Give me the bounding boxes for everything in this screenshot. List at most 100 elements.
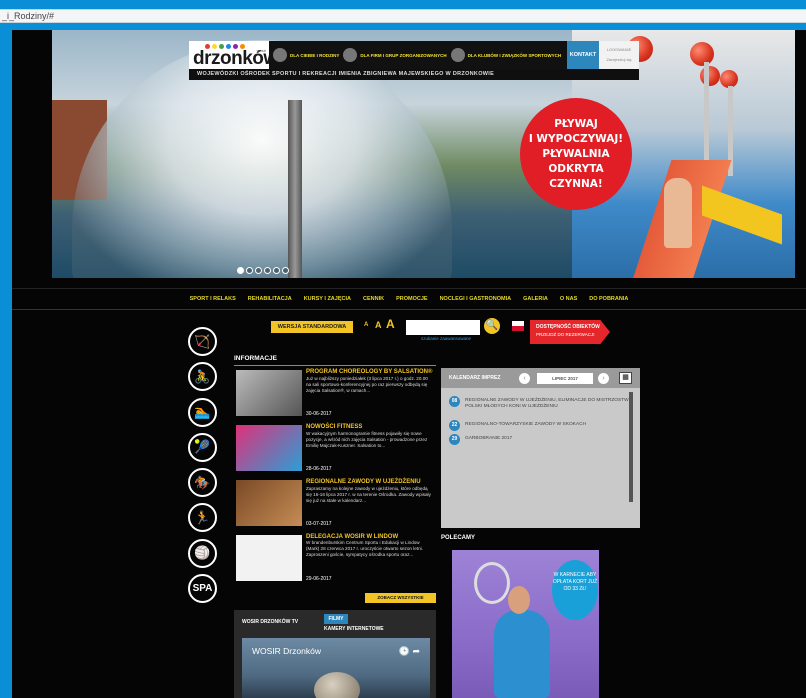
main-menu: SPORT I RELAKS REHABILITACJA KURSY I ZAJĘC… xyxy=(12,288,806,310)
horse-riding-icon[interactable]: 🏇 xyxy=(188,468,217,498)
calendar-event[interactable]: 29 GARBOBRANIE 2017 xyxy=(449,434,629,445)
nav-for-families[interactable]: DLA CIEBIE I RODZINY xyxy=(273,48,339,62)
website-page: PŁYWAJ I WYPOCZYWAJ! PŁYWALNIA ODKRYTA C… xyxy=(12,30,806,698)
logo-subtext: wosir xyxy=(256,48,266,53)
slider-dot[interactable] xyxy=(255,267,262,274)
recommended-title: POLECAMY xyxy=(441,535,476,541)
availability-button[interactable]: DOSTĘPNOŚĆ OBIEKTÓW PRZEJDŹ DO REZERWACJ… xyxy=(530,320,610,344)
news-thumbnail[interactable] xyxy=(236,425,302,471)
event-day-badge: 22 xyxy=(449,420,460,431)
menu-item[interactable]: SPORT I RELAKS xyxy=(190,296,236,302)
slider-dot[interactable] xyxy=(264,267,271,274)
advanced-search-link[interactable]: szukanie zaawansowane xyxy=(421,336,471,341)
calendar-month: LIPIEC 2017 xyxy=(537,373,593,384)
slider-dot[interactable] xyxy=(273,267,280,274)
calendar-header: KALENDARZ IMPREZ ‹ LIPIEC 2017 › ▦ xyxy=(441,368,640,388)
calendar-event[interactable]: 22 REGIONALNO-TOWARZYSKIE ZAWODY W SKOKAC… xyxy=(449,420,629,431)
tennis-player-image xyxy=(494,610,550,698)
cycling-icon[interactable]: 🚴 xyxy=(188,362,217,392)
nav-for-companies[interactable]: DLA FIRM I GRUP ZORGANIZOWANYCH xyxy=(343,48,447,62)
contact-button[interactable]: KONTAKT xyxy=(567,41,599,69)
menu-item[interactable]: O NAS xyxy=(560,296,577,302)
video-share-icon[interactable]: 🕒 ➦ xyxy=(399,646,420,657)
font-size-large-button[interactable]: A xyxy=(386,317,395,331)
menu-item[interactable]: NOCLEGI I GASTRONOMIA xyxy=(440,296,512,302)
register-link[interactable]: Zarejestruj się xyxy=(599,55,639,65)
news-thumbnail[interactable] xyxy=(236,370,302,416)
tennis-icon[interactable]: 🎾 xyxy=(188,432,217,462)
calendar-title: KALENDARZ IMPREZ xyxy=(449,375,501,381)
font-size-small-button[interactable]: A xyxy=(364,322,368,328)
logo-text: drzonków xyxy=(193,48,278,69)
news-title[interactable]: NOWOŚCI FITNESS xyxy=(306,424,434,431)
activity-icons: 🏹 🚴 🏊 🎾 🏇 🏃 🏐 SPA xyxy=(188,327,218,609)
tv-widget: WOSIR DRZONKÓW TV FILMY KAMERY INTERNETO… xyxy=(234,610,436,698)
ad-price-badge: W KARNECIE ABY OPŁATA KORT JUŻ OD 33 ZŁ! xyxy=(552,560,598,620)
site-header: drzonków wosir DLA CIEBIE I RODZINY DLA … xyxy=(189,41,639,81)
company-icon xyxy=(343,48,358,62)
standard-version-button[interactable]: WERSJA STANDARDOWA xyxy=(271,321,353,333)
news-thumbnail[interactable] xyxy=(236,535,302,581)
news-title[interactable]: REGIONALNE ZAWODY W UJEŻDŻENIU xyxy=(306,479,434,486)
news-item[interactable]: NOWOŚCI FITNESS W wakacyjnym harmonogrami… xyxy=(234,421,436,476)
news-excerpt: W brandenburskim Centrum Sportu i Edukac… xyxy=(306,540,423,557)
chevron-left-icon[interactable]: ‹ xyxy=(519,373,530,384)
calendar-icon[interactable]: ▦ xyxy=(619,372,632,384)
address-bar[interactable]: _i_Rodziny/# xyxy=(0,9,806,23)
spa-icon[interactable]: SPA xyxy=(188,574,217,604)
swimming-icon[interactable]: 🏊 xyxy=(188,397,217,427)
tab-webcams[interactable]: KAMERY INTERNETOWE xyxy=(324,626,384,632)
video-thumbnail-dome xyxy=(314,672,360,698)
login-box[interactable]: LOGOWANIE Zarejestruj się xyxy=(599,41,639,69)
slider-dot[interactable] xyxy=(246,267,253,274)
news-list: PROGRAM CHOREOLOGY BY SALSATION® Już w na… xyxy=(234,365,436,587)
news-excerpt: W wakacyjnym harmonogramie fitness pojaw… xyxy=(306,431,428,448)
family-icon xyxy=(273,48,287,62)
news-item[interactable]: REGIONALNE ZAWODY W UJEŻDŻENIU Zapraszamy… xyxy=(234,476,436,531)
availability-title: DOSTĘPNOŚĆ OBIEKTÓW xyxy=(536,324,600,330)
fitness-icon[interactable]: 🏃 xyxy=(188,503,217,533)
login-link[interactable]: LOGOWANIE xyxy=(599,45,639,55)
polish-flag-icon[interactable] xyxy=(512,321,524,331)
news-title[interactable]: PROGRAM CHOREOLOGY BY SALSATION® xyxy=(306,369,434,376)
tennis-racket-image xyxy=(474,562,510,604)
tennis-ad-banner[interactable]: W KARNECIE ABY OPŁATA KORT JUŻ OD 33 ZŁ! xyxy=(452,550,599,698)
volleyball-icon[interactable]: 🏐 xyxy=(188,538,217,568)
event-title[interactable]: GARBOBRANIE 2017 xyxy=(465,434,512,442)
event-title[interactable]: REGIONALNO-TOWARZYSKIE ZAWODY W SKOKACH xyxy=(465,420,586,428)
news-section-title: INFORMACJE xyxy=(234,355,277,362)
news-item[interactable]: DELEGACJA WOSIR W LINDOW W brandenburskim… xyxy=(234,531,436,586)
tv-title: WOSIR DRZONKÓW TV xyxy=(242,619,299,625)
calendar-scrollbar[interactable] xyxy=(629,392,633,502)
search-input[interactable] xyxy=(406,320,480,335)
child-image xyxy=(664,178,692,248)
news-thumbnail[interactable] xyxy=(236,480,302,526)
event-title[interactable]: REGIONALNE ZAWODY W UJEŻDŻENIU, ELIMINAC… xyxy=(465,396,629,410)
menu-item[interactable]: CENNIK xyxy=(363,296,384,302)
tab-films[interactable]: FILMY xyxy=(324,614,348,624)
chevron-right-icon[interactable]: › xyxy=(598,373,609,384)
menu-item[interactable]: REHABILITACJA xyxy=(248,296,292,302)
promo-badge[interactable]: PŁYWAJ I WYPOCZYWAJ! PŁYWALNIA ODKRYTA C… xyxy=(520,98,632,210)
menu-item[interactable]: DO POBRANIA xyxy=(589,296,628,302)
audience-nav: DLA CIEBIE I RODZINY DLA FIRM I GRUP ZOR… xyxy=(269,41,567,69)
slider-dot[interactable] xyxy=(282,267,289,274)
calendar-event[interactable]: 08 REGIONALNE ZAWODY W UJEŻDŻENIU, ELIMIN… xyxy=(449,396,629,410)
events-calendar: KALENDARZ IMPREZ ‹ LIPIEC 2017 › ▦ 08 REG… xyxy=(441,368,640,528)
slider-dot[interactable] xyxy=(237,267,244,274)
slider-dots xyxy=(237,267,289,274)
sports-club-icon xyxy=(450,48,465,62)
news-date: 29-06-2017 xyxy=(306,576,332,582)
menu-item[interactable]: KURSY I ZAJĘCIA xyxy=(304,296,351,302)
availability-subtitle: PRZEJDŹ DO REZERWACJI xyxy=(536,332,595,337)
menu-item[interactable]: GALERIA xyxy=(523,296,548,302)
menu-item[interactable]: PROMOCJE xyxy=(396,296,427,302)
font-size-medium-button[interactable]: A xyxy=(375,320,382,330)
archery-icon[interactable]: 🏹 xyxy=(188,327,217,356)
search-icon[interactable]: 🔍 xyxy=(484,318,500,334)
nav-for-clubs[interactable]: DLA KLUBÓW I ZWIĄZKÓW SPORTOWYCH xyxy=(450,48,561,62)
see-all-news-button[interactable]: ZOBACZ WSZYSTKIE xyxy=(365,593,436,603)
news-item[interactable]: PROGRAM CHOREOLOGY BY SALSATION® Już w na… xyxy=(234,366,436,421)
tennis-player-head-image xyxy=(508,586,530,614)
video-player[interactable]: WOSIR Drzonków 🕒 ➦ xyxy=(242,638,430,698)
